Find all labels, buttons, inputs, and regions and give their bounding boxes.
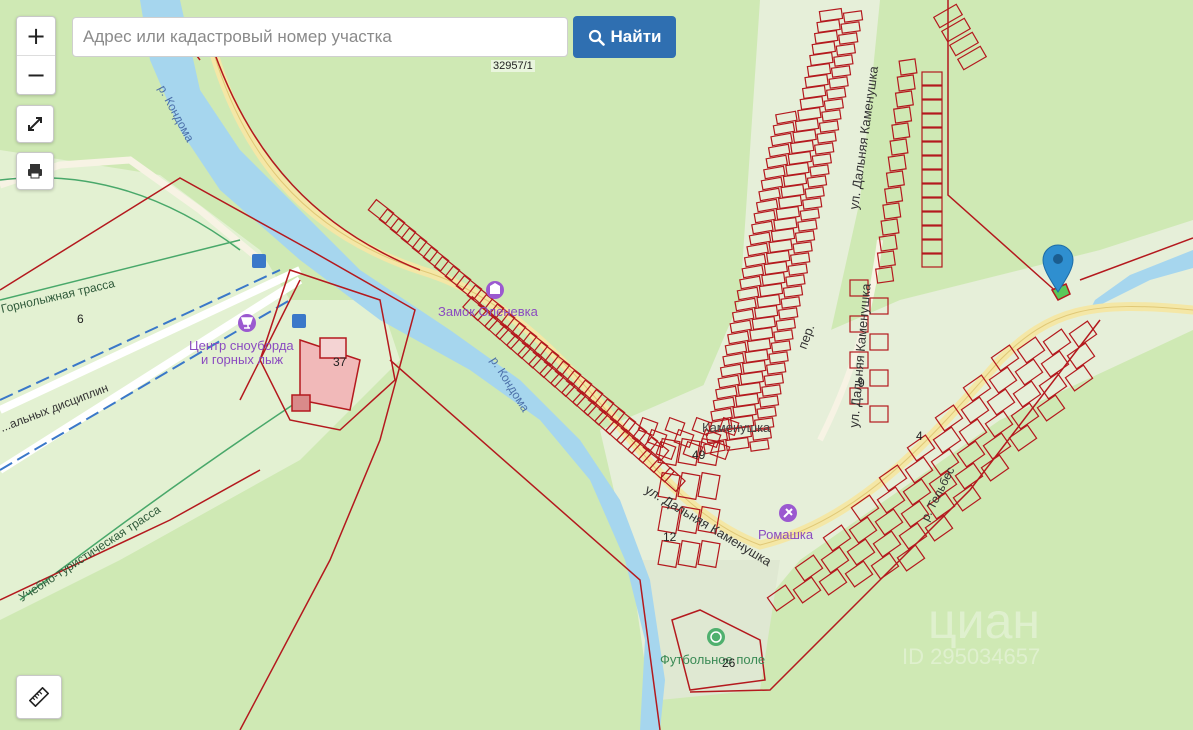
football-icon bbox=[707, 628, 725, 646]
zoom-out-button[interactable]: − bbox=[17, 55, 55, 94]
house-number-49: 49 bbox=[692, 448, 706, 462]
label-snowboard-1: Центр сноуборда bbox=[189, 338, 294, 353]
fullscreen-icon bbox=[28, 117, 42, 131]
print-button[interactable] bbox=[16, 152, 54, 190]
label-castle: Замок Оленевка bbox=[438, 304, 539, 319]
house-number-9: 9 bbox=[858, 376, 865, 390]
ruler-icon bbox=[29, 687, 49, 707]
watermark-brand: циан bbox=[928, 593, 1040, 649]
cadastral-map[interactable]: р. Кондома р. Кондома р. Тельбес Горнолы… bbox=[0, 0, 1193, 730]
house-number-26: 26 bbox=[722, 656, 736, 670]
search-input[interactable] bbox=[72, 17, 568, 57]
search-button-label: Найти bbox=[610, 27, 662, 46]
romashka-icon bbox=[779, 504, 797, 522]
house-number-4: 4 bbox=[916, 429, 923, 443]
zoom-out-icon: − bbox=[25, 61, 47, 89]
house-number-6: 6 bbox=[77, 312, 84, 326]
label-kamenushka-poi: Каменушка bbox=[702, 420, 771, 435]
castle-icon bbox=[486, 281, 504, 299]
zoom-control: + − bbox=[16, 16, 56, 95]
print-icon bbox=[28, 164, 42, 179]
parcel-number-label: 32957/1 bbox=[491, 60, 535, 72]
label-romashka: Ромашка bbox=[758, 527, 814, 542]
house-number-37: 37 bbox=[333, 355, 347, 369]
zoom-in-button[interactable]: + bbox=[17, 17, 55, 55]
zoom-in-icon: + bbox=[25, 22, 47, 50]
label-snowboard-2: и горных лыж bbox=[201, 352, 283, 367]
label-football: Футбольное поле bbox=[660, 652, 765, 667]
search-icon bbox=[588, 29, 605, 46]
watermark-id: ID 295034657 bbox=[902, 644, 1040, 669]
ruler-button[interactable] bbox=[16, 675, 62, 719]
fullscreen-button[interactable] bbox=[16, 105, 54, 143]
search-button[interactable]: Найти bbox=[573, 16, 676, 58]
snowboard-center-icon bbox=[238, 314, 256, 332]
house-number-12: 12 bbox=[663, 530, 677, 544]
